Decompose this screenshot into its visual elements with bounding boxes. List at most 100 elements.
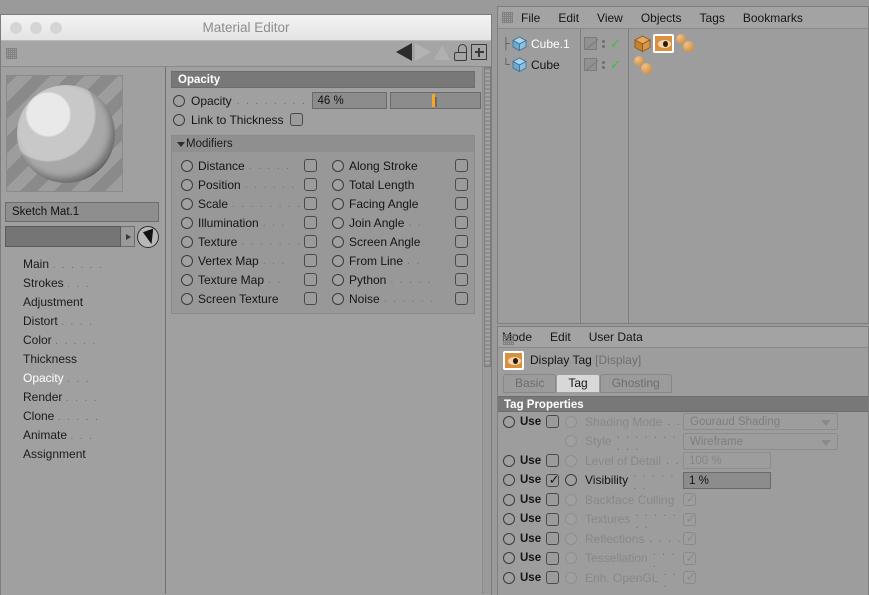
visibility-value-field[interactable]: 1 % [683, 471, 771, 489]
reflections-use-radio[interactable] [503, 532, 515, 545]
backface-use-radio[interactable] [503, 493, 515, 506]
opacity-animate-radio[interactable] [173, 94, 185, 107]
opengl-value-checkbox[interactable] [683, 569, 696, 585]
layer-color-swatch[interactable] [584, 37, 597, 50]
layer-color-swatch[interactable] [584, 58, 597, 71]
backface-animate-radio[interactable] [565, 493, 577, 506]
textures-animate-radio[interactable] [565, 513, 577, 526]
nav-item-opacity[interactable]: Opacity . . . [23, 369, 165, 388]
minimize-button[interactable] [30, 22, 42, 34]
material-editor-scrollbar[interactable] [482, 67, 491, 594]
tessellation-use-radio[interactable] [503, 552, 515, 565]
nav-item-adjustment[interactable]: Adjustment [23, 293, 165, 312]
lod-animate-radio[interactable] [565, 454, 577, 467]
scrollbar-thumb[interactable] [484, 67, 491, 367]
backface-use-checkbox[interactable] [546, 493, 560, 507]
illumination-animate-radio[interactable] [181, 216, 193, 229]
visibility-use-checkbox[interactable] [546, 472, 560, 487]
material-tag-icon[interactable] [675, 33, 697, 53]
from-line-checkbox[interactable] [455, 254, 468, 267]
unlock-icon[interactable] [453, 43, 468, 61]
texture-map-checkbox[interactable] [304, 273, 317, 286]
reflections-value-checkbox[interactable] [683, 530, 696, 546]
screen-angle-checkbox[interactable] [455, 235, 468, 248]
object-row-cube[interactable]: └ Cube [498, 54, 580, 75]
scale-animate-radio[interactable] [181, 197, 193, 210]
display-tag-icon[interactable] [653, 33, 674, 53]
reflections-animate-radio[interactable] [565, 532, 577, 545]
lod-use-checkbox[interactable] [546, 454, 560, 468]
drag-grip-icon[interactable] [503, 334, 514, 345]
link-thickness-animate-radio[interactable] [173, 113, 185, 126]
window-traffic-lights[interactable] [10, 22, 62, 34]
texture-checkbox[interactable] [304, 235, 317, 248]
position-animate-radio[interactable] [181, 178, 193, 191]
visibility-use-radio[interactable] [503, 474, 515, 487]
python-checkbox[interactable] [455, 273, 468, 286]
menu-edit[interactable]: Edit [558, 11, 579, 25]
nav-item-color[interactable]: Color . . . . . [23, 331, 165, 350]
total-length-checkbox[interactable] [455, 178, 468, 191]
opacity-value-field[interactable]: 46 % [311, 92, 387, 109]
tessellation-use-checkbox[interactable] [546, 551, 560, 565]
modifiers-group-title[interactable]: Modifiers [172, 136, 474, 152]
zoom-button[interactable] [50, 22, 62, 34]
menu-bookmarks[interactable]: Bookmarks [743, 11, 803, 25]
lod-use-radio[interactable] [503, 454, 515, 467]
texture-animate-radio[interactable] [181, 235, 193, 248]
opengl-use-checkbox[interactable] [546, 571, 560, 585]
visibility-dots-icon[interactable] [602, 39, 605, 48]
opengl-use-radio[interactable] [503, 571, 515, 584]
material-name-field[interactable]: Sketch Mat.1 [5, 202, 159, 222]
slider-handle[interactable] [431, 94, 435, 107]
add-icon[interactable] [471, 44, 487, 60]
nav-item-thickness[interactable]: Thickness [23, 350, 165, 369]
distance-animate-radio[interactable] [181, 159, 193, 172]
texture-map-animate-radio[interactable] [181, 273, 193, 286]
total-length-animate-radio[interactable] [332, 178, 344, 191]
python-animate-radio[interactable] [332, 273, 344, 286]
menu-file[interactable]: File [521, 11, 540, 25]
drag-grip-icon[interactable] [6, 48, 17, 59]
along-stroke-animate-radio[interactable] [332, 159, 344, 172]
forward-arrow-icon[interactable] [415, 43, 431, 61]
nav-item-clone[interactable]: Clone . . . . . [23, 407, 165, 426]
along-stroke-checkbox[interactable] [455, 159, 468, 172]
visibility-dots-icon[interactable] [602, 60, 605, 69]
join-angle-checkbox[interactable] [455, 216, 468, 229]
tab-basic[interactable]: Basic [503, 374, 557, 393]
shading-mode-dropdown[interactable]: Gouraud Shading [683, 413, 838, 431]
shading-mode-animate-radio[interactable] [565, 415, 577, 428]
nav-item-strokes[interactable]: Strokes . . . [23, 274, 165, 293]
object-row-cube1[interactable]: ├ Cube.1 [498, 33, 580, 54]
visibility-animate-radio[interactable] [565, 474, 577, 487]
material-tag-icon[interactable] [633, 55, 655, 75]
menu-user-data[interactable]: User Data [589, 330, 643, 344]
vertex-map-checkbox[interactable] [304, 254, 317, 267]
textures-use-radio[interactable] [503, 513, 515, 526]
menu-objects[interactable]: Objects [641, 11, 682, 25]
opengl-animate-radio[interactable] [565, 571, 577, 584]
shading-mode-use-radio[interactable] [503, 415, 515, 428]
tessellation-value-checkbox[interactable] [683, 550, 696, 565]
menu-view[interactable]: View [597, 11, 623, 25]
textures-value-checkbox[interactable] [683, 511, 696, 526]
facing-angle-checkbox[interactable] [455, 197, 468, 210]
menu-tags[interactable]: Tags [700, 11, 725, 25]
textures-use-checkbox[interactable] [546, 512, 560, 526]
style-dropdown[interactable]: Wireframe [683, 432, 838, 450]
screen-texture-checkbox[interactable] [304, 292, 317, 305]
close-button[interactable] [10, 22, 22, 34]
distance-checkbox[interactable] [304, 159, 317, 172]
nav-item-render[interactable]: Render . . . . [23, 388, 165, 407]
search-dropdown-button[interactable] [121, 226, 135, 247]
reflections-use-checkbox[interactable] [546, 532, 560, 546]
tessellation-animate-radio[interactable] [565, 552, 577, 565]
from-line-animate-radio[interactable] [332, 254, 344, 267]
shading-mode-use-checkbox[interactable] [546, 415, 560, 429]
material-preview[interactable] [6, 75, 123, 192]
nav-item-distort[interactable]: Distort . . . . [23, 312, 165, 331]
vertex-map-animate-radio[interactable] [181, 254, 193, 267]
cube-tag-icon[interactable] [633, 34, 652, 53]
join-angle-animate-radio[interactable] [332, 216, 344, 229]
